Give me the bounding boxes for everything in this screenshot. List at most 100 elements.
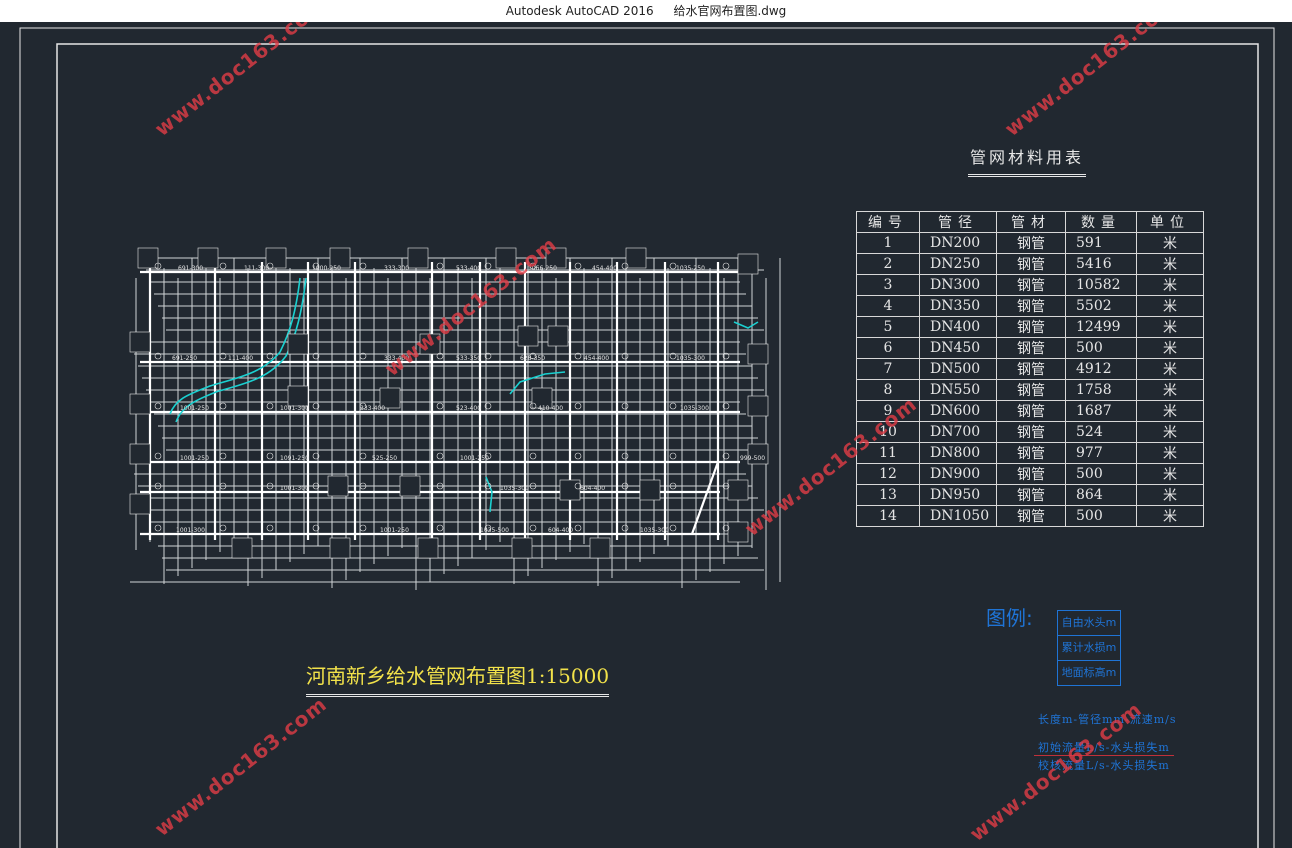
col-number: 编号 — [856, 211, 920, 233]
col-diameter: 管径 — [919, 211, 997, 233]
cell-unit: 米 — [1136, 463, 1204, 485]
pipe-segment-label: 1001-250 — [380, 527, 409, 534]
cell-diameter: DN300 — [919, 274, 997, 296]
node-circle[interactable] — [529, 452, 537, 460]
pipe-segment-label: 525-250 — [372, 455, 397, 462]
table-row: 7 DN500 钢管 4912 米 — [856, 358, 1204, 380]
app-name: Autodesk AutoCAD 2016 — [505, 4, 654, 18]
node-circle[interactable] — [669, 524, 677, 532]
node-info-box — [625, 247, 647, 269]
node-circle[interactable] — [266, 402, 274, 410]
node-info-box — [747, 395, 769, 417]
pipe-segment-label: 333-300 — [384, 265, 409, 272]
node-circle[interactable] — [436, 262, 444, 270]
pipe-segment-label: 1001-300 — [280, 405, 309, 412]
table-row: 5 DN400 钢管 12499 米 — [856, 316, 1204, 338]
node-info-box — [287, 333, 309, 355]
node-circle[interactable] — [436, 452, 444, 460]
node-circle[interactable] — [621, 524, 629, 532]
cell-quantity: 1758 — [1065, 379, 1137, 401]
window-title-bar: Autodesk AutoCAD 2016 给水官网布置图.dwg — [0, 0, 1292, 22]
materials-table: 编号 管径 管材 数量 单位 1 DN200 钢管 591 米 2 DN250 钢管 5416 米… — [856, 211, 1204, 527]
node-circle[interactable] — [359, 452, 367, 460]
node-info-box — [287, 385, 309, 407]
table-row: 13 DN950 钢管 864 米 — [856, 484, 1204, 506]
cell-material: 钢管 — [996, 463, 1066, 485]
node-circle[interactable] — [574, 262, 582, 270]
node-circle[interactable] — [219, 524, 227, 532]
cell-diameter: DN500 — [919, 358, 997, 380]
node-circle[interactable] — [154, 402, 162, 410]
cell-material: 钢管 — [996, 232, 1066, 254]
pipe-segment-label: 691-250 — [172, 355, 197, 362]
cell-quantity: 12499 — [1065, 316, 1137, 338]
cell-quantity: 500 — [1065, 463, 1137, 485]
cell-unit: 米 — [1136, 442, 1204, 464]
node-circle[interactable] — [154, 452, 162, 460]
node-info-box — [737, 253, 759, 275]
node-circle[interactable] — [219, 452, 227, 460]
col-unit: 单位 — [1136, 211, 1204, 233]
node-circle[interactable] — [219, 262, 227, 270]
cell-material: 钢管 — [996, 379, 1066, 401]
table-row: 12 DN900 钢管 500 米 — [856, 463, 1204, 485]
node-circle[interactable] — [621, 402, 629, 410]
legend-item-cumulative-loss: 累计水损m — [1058, 636, 1120, 661]
node-info-box — [639, 479, 661, 501]
node-circle[interactable] — [722, 262, 730, 270]
node-circle[interactable] — [669, 452, 677, 460]
cell-unit: 米 — [1136, 295, 1204, 317]
node-circle[interactable] — [529, 524, 537, 532]
table-row: 3 DN300 钢管 10582 米 — [856, 274, 1204, 296]
cell-unit: 米 — [1136, 421, 1204, 443]
cell-quantity: 5416 — [1065, 253, 1137, 275]
map-title: 河南新乡给水管网布置图1:15000 — [306, 660, 610, 697]
cell-number: 1 — [856, 232, 920, 254]
table-row: 1 DN200 钢管 591 米 — [856, 232, 1204, 254]
cell-material: 钢管 — [996, 316, 1066, 338]
cell-diameter: DN400 — [919, 316, 997, 338]
node-circle[interactable] — [219, 402, 227, 410]
drawing-canvas[interactable]: 691-300 111-300 1000-250 333-300 533-400 1066… — [0, 22, 1292, 848]
node-circle[interactable] — [436, 524, 444, 532]
pipe-segment-label: 604-400 — [580, 485, 605, 492]
pipe-segment-label: 533-350 — [456, 355, 481, 362]
cell-diameter: DN700 — [919, 421, 997, 443]
cell-quantity: 10582 — [1065, 274, 1137, 296]
cell-diameter: DN550 — [919, 379, 997, 401]
table-row: 10 DN700 钢管 524 米 — [856, 421, 1204, 443]
pipe-segment-label: 1035-300 — [500, 485, 529, 492]
cell-quantity: 500 — [1065, 505, 1137, 527]
cell-quantity: 977 — [1065, 442, 1137, 464]
node-circle[interactable] — [574, 524, 582, 532]
legend-label: 图例: — [986, 606, 1033, 630]
node-info-box — [547, 325, 569, 347]
pipe-segment-label: 454-400 — [592, 265, 617, 272]
node-info-box — [329, 537, 351, 559]
cell-material: 钢管 — [996, 484, 1066, 506]
cell-diameter: DN450 — [919, 337, 997, 359]
cell-quantity: 5502 — [1065, 295, 1137, 317]
cell-number: 4 — [856, 295, 920, 317]
cell-number: 6 — [856, 337, 920, 359]
cell-unit: 米 — [1136, 337, 1204, 359]
pipe-segment-label: 333-400 — [360, 405, 385, 412]
node-circle[interactable] — [154, 524, 162, 532]
node-circle[interactable] — [359, 262, 367, 270]
cell-quantity: 500 — [1065, 337, 1137, 359]
node-circle[interactable] — [436, 402, 444, 410]
cell-material: 钢管 — [996, 505, 1066, 527]
node-circle[interactable] — [359, 524, 367, 532]
node-circle[interactable] — [574, 452, 582, 460]
node-info-box — [727, 479, 749, 501]
pipe-segment-label: 1035-300 — [680, 405, 709, 412]
node-circle[interactable] — [621, 452, 629, 460]
file-name: 给水官网布置图.dwg — [673, 4, 787, 18]
node-circle[interactable] — [266, 452, 274, 460]
col-quantity: 数量 — [1065, 211, 1137, 233]
cell-unit: 米 — [1136, 505, 1204, 527]
node-circle[interactable] — [266, 524, 274, 532]
node-circle[interactable] — [574, 402, 582, 410]
cell-unit: 米 — [1136, 232, 1204, 254]
node-circle[interactable] — [669, 402, 677, 410]
